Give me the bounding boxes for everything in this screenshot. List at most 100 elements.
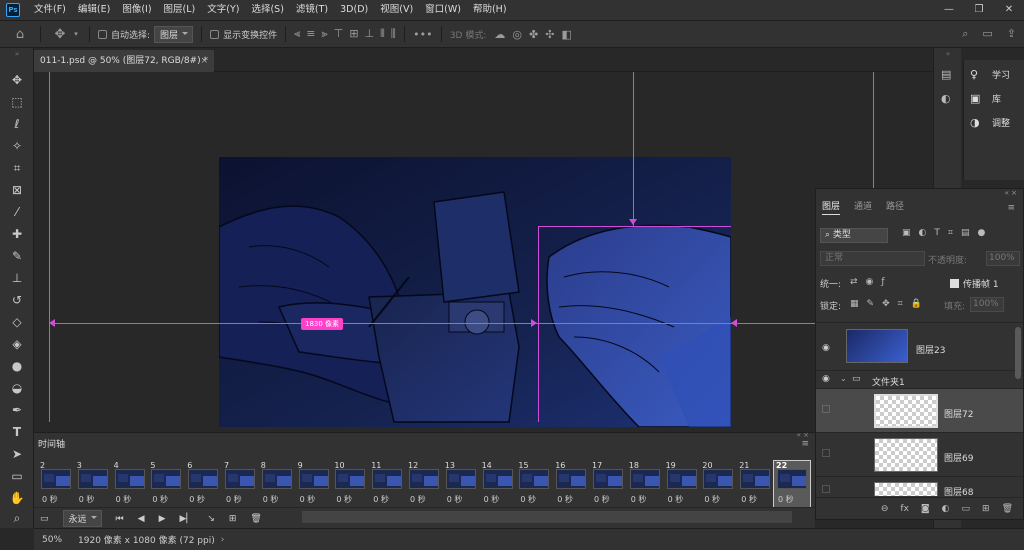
- timeline-frame[interactable]: 40 秒: [112, 461, 148, 507]
- opacity-input[interactable]: 100%: [986, 251, 1020, 266]
- move-tool-icon[interactable]: ✥: [49, 27, 71, 42]
- timeline-frame[interactable]: 60 秒: [185, 461, 221, 507]
- prev-frame-icon[interactable]: ◀: [138, 514, 145, 524]
- blur-tool-icon[interactable]: ●: [5, 356, 29, 376]
- auto-select-checkbox[interactable]: 自动选择:: [98, 28, 150, 41]
- blend-mode-dropdown[interactable]: 正常: [820, 251, 925, 266]
- frame-delay[interactable]: 0 秒: [42, 494, 58, 505]
- next-frame-icon[interactable]: ▶▏: [179, 514, 193, 524]
- frame-delay[interactable]: 0 秒: [778, 494, 794, 505]
- orbit-3d-icon[interactable]: ☁: [494, 28, 505, 41]
- align-top-icon[interactable]: ⊤: [334, 27, 344, 41]
- menu-item[interactable]: 窗口(W): [419, 0, 467, 20]
- close-button[interactable]: ✕: [994, 0, 1024, 20]
- menu-item[interactable]: 视图(V): [374, 0, 419, 20]
- share-icon[interactable]: ⇪: [1007, 27, 1016, 41]
- timeline-frame[interactable]: 80 秒: [259, 461, 295, 507]
- timeline-frame[interactable]: 30 秒: [75, 461, 111, 507]
- menu-item[interactable]: 帮助(H): [467, 0, 513, 20]
- timeline-frame[interactable]: 14 0 秒: [480, 461, 516, 507]
- chevron-right-icon[interactable]: ›: [221, 535, 225, 545]
- link-icon[interactable]: ⊖: [881, 504, 889, 514]
- timeline-frame[interactable]: 20 秒: [38, 461, 74, 507]
- fx-icon[interactable]: fx: [900, 504, 909, 514]
- duplicate-frame-icon[interactable]: ⊞: [229, 514, 237, 524]
- timeline-scrollbar[interactable]: [302, 511, 792, 523]
- frame-delay[interactable]: 0 秒: [79, 494, 95, 505]
- layer-row[interactable]: 图层68: [816, 476, 1023, 496]
- frame-delay[interactable]: 0 秒: [410, 494, 426, 505]
- hand-tool-icon[interactable]: ✋: [5, 488, 29, 508]
- properties-icon[interactable]: ▤: [941, 68, 955, 82]
- play-icon[interactable]: ▶: [159, 514, 166, 524]
- eraser-tool-icon[interactable]: ◇: [5, 312, 29, 332]
- eyedropper-icon[interactable]: ⁄: [5, 202, 29, 222]
- marquee-tool-icon[interactable]: ⬚: [5, 92, 29, 112]
- lock-transparency-icon[interactable]: ▦: [850, 299, 859, 309]
- auto-select-dropdown[interactable]: 图层: [154, 25, 194, 43]
- path-select-icon[interactable]: ➤: [5, 444, 29, 464]
- visibility-toggle[interactable]: [822, 485, 830, 493]
- layer-row[interactable]: ◉ 图层23: [816, 322, 1023, 370]
- menu-item[interactable]: 图层(L): [158, 0, 202, 20]
- adjustments-button[interactable]: ◑ 调整: [970, 116, 1010, 129]
- smart-filter-icon[interactable]: ▤: [961, 228, 970, 238]
- frame-delay[interactable]: 0 秒: [484, 494, 500, 505]
- shape-filter-icon[interactable]: ⌗: [948, 228, 953, 238]
- frame-delay[interactable]: 0 秒: [189, 494, 205, 505]
- scrollbar[interactable]: [1015, 327, 1021, 379]
- timeline-frame[interactable]: 17 0 秒: [590, 461, 626, 507]
- layer-row-selected[interactable]: 图层72: [816, 388, 1023, 432]
- history-brush-icon[interactable]: ↺: [5, 290, 29, 310]
- align-center-icon[interactable]: ≡: [306, 27, 315, 41]
- layer-row[interactable]: 图层69: [816, 432, 1023, 476]
- tab-layers[interactable]: 图层: [822, 199, 841, 215]
- chevron-down-icon[interactable]: ▾: [71, 30, 81, 38]
- lasso-tool-icon[interactable]: ℓ: [5, 114, 29, 134]
- adjust-filter-icon[interactable]: ◐: [919, 228, 927, 238]
- frame-delay[interactable]: 0 秒: [594, 494, 610, 505]
- collapse-icon[interactable]: « ×: [1005, 189, 1017, 197]
- menu-item[interactable]: 文字(Y): [201, 0, 245, 20]
- timeline-frame[interactable]: 19 0 秒: [664, 461, 700, 507]
- rectangle-tool-icon[interactable]: ▭: [5, 466, 29, 486]
- group-icon[interactable]: ▭: [962, 504, 971, 514]
- paint-bucket-icon[interactable]: ◈: [5, 334, 29, 354]
- panel-menu-icon[interactable]: ≡: [1007, 203, 1015, 213]
- align-bottom-icon[interactable]: ⊥: [365, 27, 375, 41]
- timeline-frame[interactable]: 18 0 秒: [627, 461, 663, 507]
- distribute-h-icon[interactable]: ⫴: [380, 27, 385, 41]
- eye-icon[interactable]: ◉: [822, 374, 834, 384]
- move-tool-icon[interactable]: ✥: [5, 70, 29, 90]
- timeline-frame[interactable]: 70 秒: [222, 461, 258, 507]
- frame-delay[interactable]: 0 秒: [300, 494, 316, 505]
- search-icon[interactable]: ⌕: [962, 27, 968, 41]
- pixel-filter-icon[interactable]: ▣: [902, 228, 911, 238]
- trash-icon[interactable]: 🗑: [1002, 504, 1013, 514]
- fill-input[interactable]: 100%: [970, 297, 1004, 312]
- artwork-canvas[interactable]: [219, 157, 731, 427]
- menu-item[interactable]: 文件(F): [28, 0, 72, 20]
- timeline-frame[interactable]: 50 秒: [148, 461, 184, 507]
- frame-delay[interactable]: 0 秒: [447, 494, 463, 505]
- timeline-frame[interactable]: 20 0 秒: [700, 461, 736, 507]
- distribute-v-icon[interactable]: ⫼: [391, 27, 396, 41]
- workspace-icon[interactable]: ▭: [982, 27, 992, 41]
- align-right-icon[interactable]: ⫸: [322, 27, 328, 41]
- tab-channels[interactable]: 通道: [854, 199, 872, 212]
- library-button[interactable]: ▣ 库: [970, 92, 1001, 105]
- mask-icon[interactable]: ◙: [921, 504, 930, 514]
- scale-3d-icon[interactable]: ◧: [561, 28, 571, 41]
- frame-delay[interactable]: 0 秒: [557, 494, 573, 505]
- tab-paths[interactable]: 路径: [886, 199, 904, 212]
- document-tab[interactable]: 011-1.psd @ 50% (图层72, RGB/8#) * ×: [34, 50, 214, 72]
- timeline-frame[interactable]: 11 0 秒: [369, 461, 405, 507]
- timeline-frame[interactable]: 15 0 秒: [516, 461, 552, 507]
- timeline-frame[interactable]: 12 0 秒: [406, 461, 442, 507]
- slide-3d-icon[interactable]: ✣: [545, 28, 554, 41]
- align-left-icon[interactable]: ⫷: [294, 27, 300, 41]
- frame-tool-icon[interactable]: ⊠: [5, 180, 29, 200]
- timeline-frame[interactable]: 90 秒: [296, 461, 332, 507]
- menu-item[interactable]: 图像(I): [116, 0, 157, 20]
- layer-group-row[interactable]: ◉ ⌄ ▭ 文件夹1: [816, 370, 1023, 388]
